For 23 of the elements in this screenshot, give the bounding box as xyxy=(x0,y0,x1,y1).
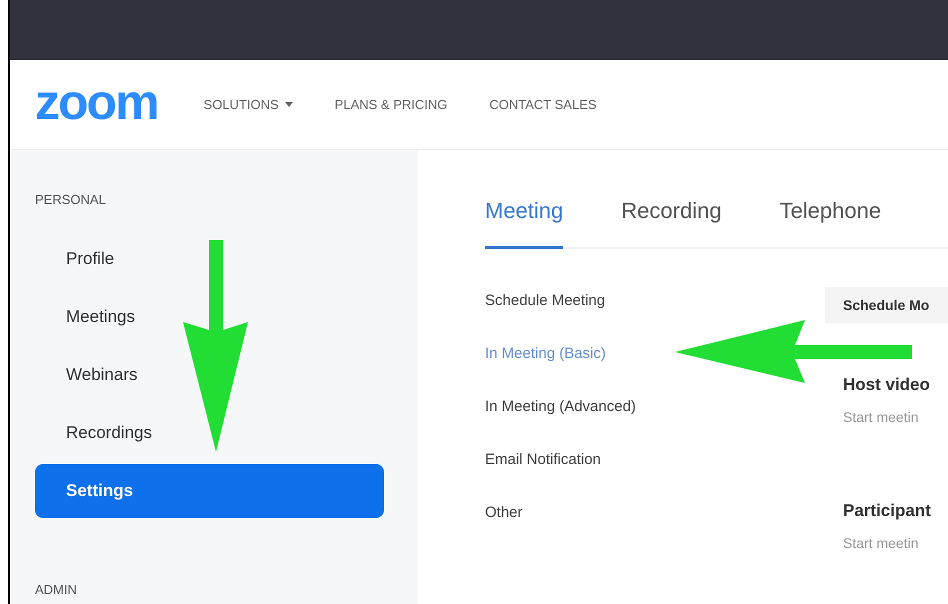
setting-description: Start meetin xyxy=(843,409,920,425)
sidebar-item[interactable]: Recordings xyxy=(35,406,384,460)
nav-link[interactable]: SOLUTIONS xyxy=(204,97,293,112)
settings-menu-item[interactable]: Schedule Meeting xyxy=(485,291,606,311)
settings-menu-item[interactable]: Other xyxy=(485,503,523,523)
setting-title: Host video xyxy=(843,375,931,395)
setting-description: Start meetin xyxy=(843,535,920,551)
sidebar-item[interactable]: Meetings xyxy=(35,290,384,344)
tab[interactable]: Recording xyxy=(621,194,722,249)
nav-link[interactable]: CONTACT SALES xyxy=(489,97,597,112)
sidebar-item[interactable]: Settings xyxy=(35,464,384,518)
setting-title: Participant xyxy=(843,501,932,521)
settings-menu-item[interactable]: Email Notification xyxy=(485,450,601,470)
caret-icon xyxy=(284,102,293,107)
tab[interactable]: Telephone xyxy=(780,194,882,249)
tab[interactable]: Meeting xyxy=(485,194,564,249)
section-heading: PERSONAL xyxy=(35,192,107,207)
section-title: Schedule Mo xyxy=(825,287,948,323)
sidebar-item[interactable]: Webinars xyxy=(35,348,384,402)
section-heading: ADMIN xyxy=(35,582,78,597)
settings-menu-item[interactable]: In Meeting (Advanced) xyxy=(485,397,636,417)
nav-link[interactable]: PLANS & PRICING xyxy=(334,97,448,112)
sidebar-item[interactable]: Profile xyxy=(35,232,384,286)
